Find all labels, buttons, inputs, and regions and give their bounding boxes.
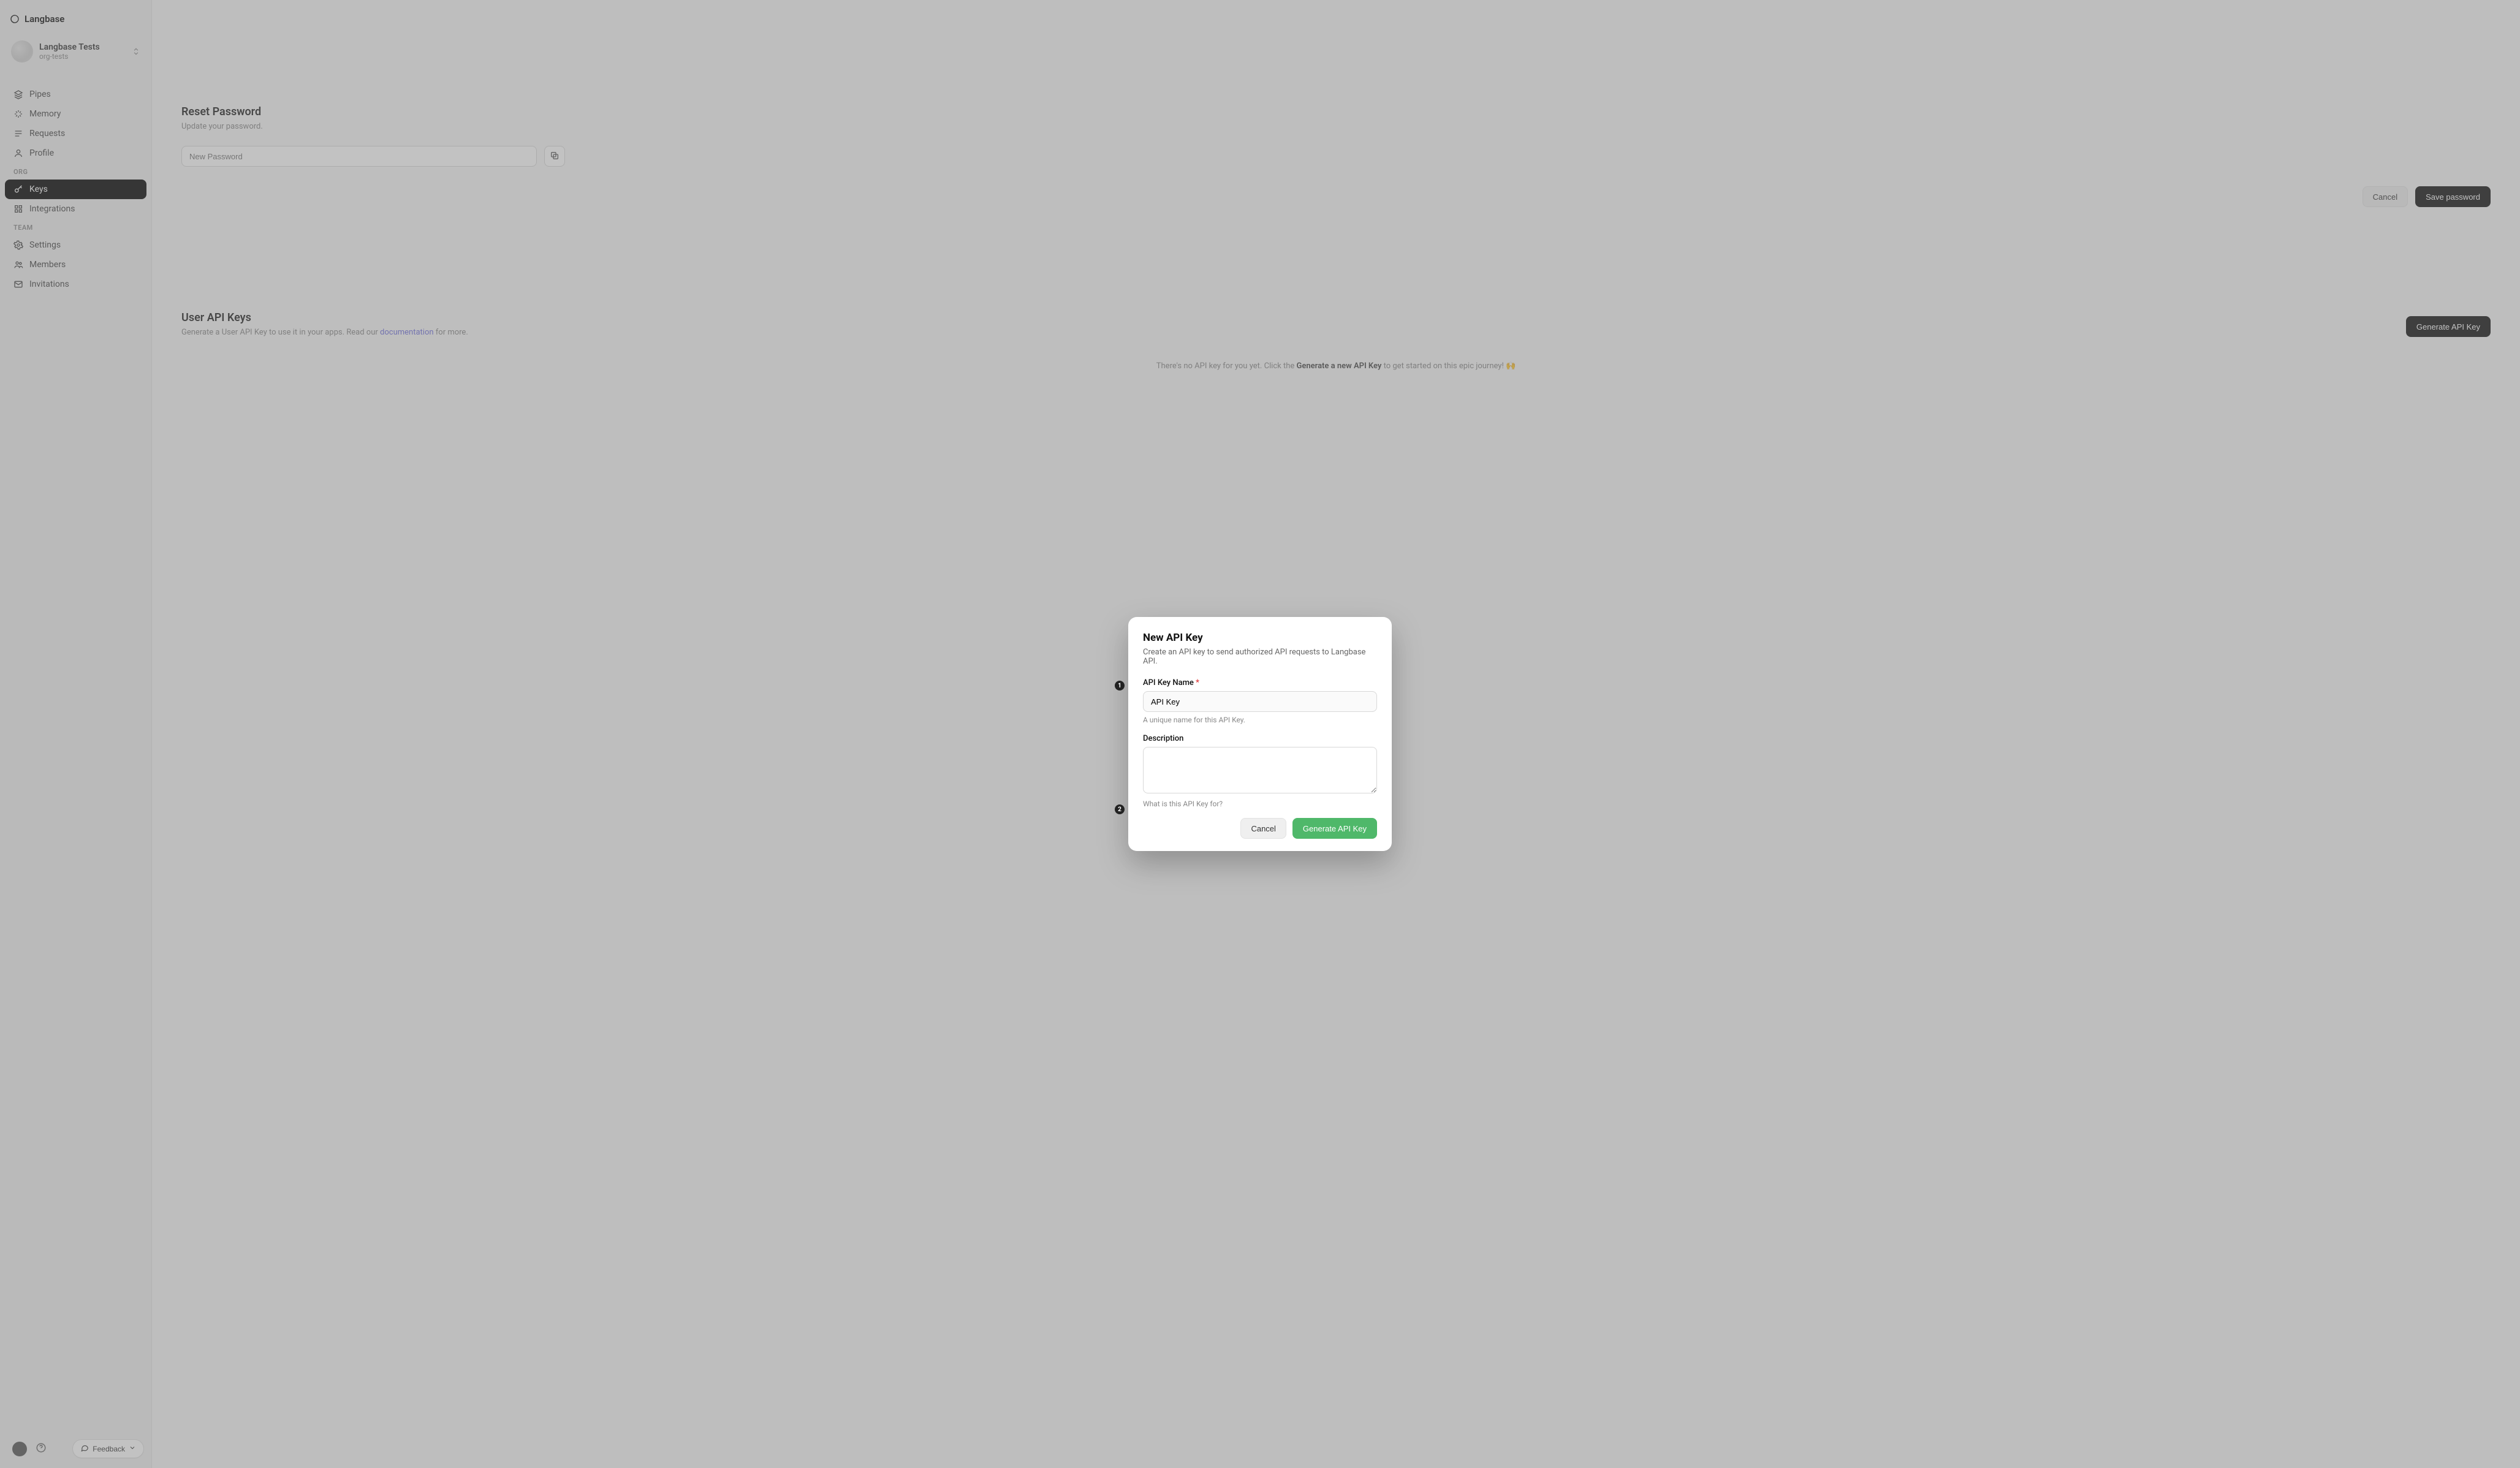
modal-cancel-button[interactable]: Cancel — [1240, 818, 1286, 839]
api-key-name-hint: A unique name for this API Key. — [1143, 716, 1377, 724]
api-key-name-label: API Key Name * — [1143, 678, 1377, 687]
tour-step-1-badge: 1 — [1115, 681, 1125, 690]
modal-subtitle: Create an API key to send authorized API… — [1143, 648, 1377, 666]
modal-generate-button[interactable]: Generate API Key — [1292, 818, 1377, 839]
api-key-name-input[interactable] — [1143, 691, 1377, 712]
label-text: API Key Name — [1143, 678, 1194, 687]
modal-scrim[interactable]: 1 2 New API Key Create an API key to sen… — [0, 0, 2520, 1468]
description-hint: What is this API Key for? — [1143, 800, 1377, 808]
modal-actions: Cancel Generate API Key — [1143, 818, 1377, 839]
modal-title: New API Key — [1143, 632, 1377, 644]
new-api-key-modal: 1 2 New API Key Create an API key to sen… — [1128, 617, 1392, 851]
description-input[interactable] — [1143, 747, 1377, 793]
tour-step-2-badge: 2 — [1115, 804, 1125, 814]
description-label: Description — [1143, 734, 1377, 743]
required-asterisk: * — [1196, 678, 1199, 687]
